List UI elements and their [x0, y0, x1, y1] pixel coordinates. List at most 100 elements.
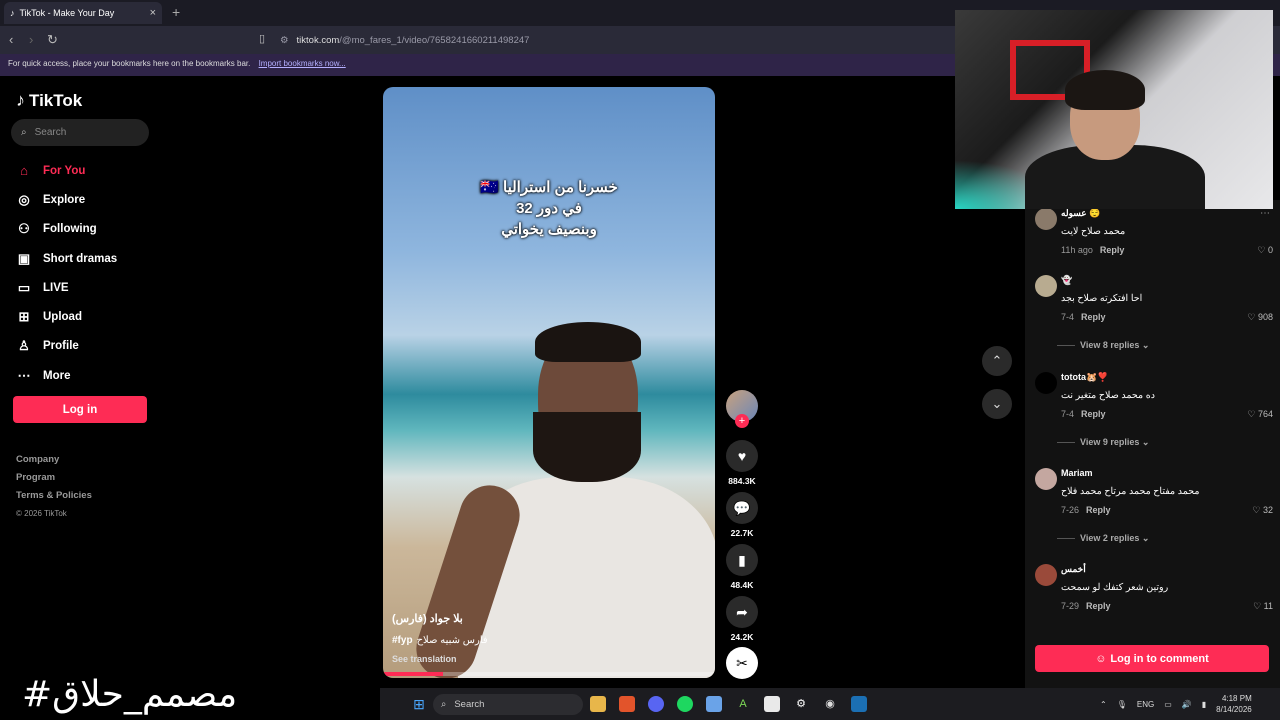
comments-panel: ⋯ عسوله 😌 محمد صلاح لايت 11h ago Reply ♡ … — [1025, 200, 1280, 688]
save-action[interactable]: ▮ 48.4K — [726, 544, 758, 590]
comment-icon[interactable]: 💬 — [726, 492, 758, 524]
steam-icon[interactable] — [851, 696, 867, 712]
brave-browser-icon[interactable] — [619, 696, 635, 712]
nav-profile[interactable]: ♙ Profile — [16, 332, 166, 361]
tiktok-logo[interactable]: ♪ TikTok — [16, 90, 82, 111]
tiktok-note-icon: ♪ — [16, 90, 25, 110]
app-window-icon[interactable] — [706, 696, 722, 712]
nav-following[interactable]: ⚇ Following — [16, 215, 166, 244]
footer-program[interactable]: Program — [16, 469, 92, 487]
reply-button[interactable]: Reply — [1086, 505, 1111, 515]
tray-overflow-icon[interactable]: ⌃ — [1100, 700, 1107, 709]
taskbar-search[interactable]: ⌕ Search — [433, 694, 583, 715]
share-count: 24.2K — [730, 632, 754, 642]
comment-avatar[interactable] — [1035, 468, 1057, 490]
heart-icon[interactable]: ♥ — [726, 440, 758, 472]
discord-icon[interactable] — [648, 696, 664, 712]
comment-meta: 11h ago Reply — [1061, 245, 1124, 255]
volume-icon[interactable]: 🔊 — [1182, 700, 1192, 709]
comment-user[interactable]: أخمس — [1061, 564, 1086, 575]
capcut-action[interactable]: ✂ — [726, 647, 758, 679]
more-options-icon[interactable]: ⋯ — [1260, 208, 1270, 219]
footer-terms[interactable]: Terms & Policies — [16, 487, 92, 505]
network-icon[interactable]: ▭ — [1164, 700, 1172, 709]
creator-avatar[interactable]: + — [726, 390, 758, 428]
comment-like-count: 0 — [1267, 245, 1273, 255]
reply-button[interactable]: Reply — [1081, 409, 1106, 419]
search-placeholder: Search — [34, 127, 67, 138]
reply-button[interactable]: Reply — [1081, 312, 1106, 322]
fyp-hashtag[interactable]: #fyp — [392, 635, 413, 646]
comment-like[interactable]: ♡ 908 — [1247, 312, 1273, 323]
settings-gear-icon[interactable]: ⚙ — [793, 696, 809, 712]
reply-button[interactable]: Reply — [1086, 601, 1111, 611]
search-input[interactable]: ⌕ Search — [11, 119, 149, 146]
obs-icon[interactable]: ◉ — [822, 696, 838, 712]
comment-like[interactable]: ♡ 11 — [1253, 601, 1273, 612]
battery-icon[interactable]: ▮ — [1202, 700, 1206, 709]
language-indicator[interactable]: ENG — [1137, 700, 1154, 709]
video-player[interactable]: خسرنا من استراليا 🇦🇺 في دور 32 وبنصيف يخ… — [383, 87, 715, 678]
follow-plus-icon[interactable]: + — [735, 414, 749, 428]
nav-explore[interactable]: ◎ Explore — [16, 185, 166, 214]
reload-icon[interactable]: ↻ — [47, 32, 58, 48]
comment-user[interactable]: Mariam — [1061, 468, 1093, 478]
nav-short-dramas[interactable]: ▣ Short dramas — [16, 244, 166, 273]
view-replies-button[interactable]: View 2 replies ⌄ — [1057, 533, 1149, 544]
windows-start-icon[interactable]: ⊞ — [411, 696, 427, 712]
comment-like-count: 11 — [1263, 601, 1273, 611]
login-to-comment-button[interactable]: ☺ Log in to comment — [1035, 645, 1269, 672]
comment-action[interactable]: 💬 22.7K — [726, 492, 758, 538]
next-video-icon[interactable]: ⌄ — [982, 389, 1012, 419]
login-button[interactable]: Log in — [13, 396, 147, 423]
video-progress-bar[interactable] — [383, 672, 715, 676]
comment-avatar[interactable] — [1035, 372, 1057, 394]
bookmark-icon[interactable]: ▯ — [259, 32, 265, 45]
comment-like[interactable]: ♡ 32 — [1252, 505, 1273, 516]
comment-avatar[interactable] — [1035, 275, 1057, 297]
like-count: 884.3K — [728, 476, 756, 486]
bookmark-save-icon[interactable]: ▮ — [726, 544, 758, 576]
comment-user[interactable]: 👻 — [1061, 275, 1072, 286]
view-replies-button[interactable]: View 8 replies ⌄ — [1057, 340, 1149, 351]
site-info-icon[interactable]: ⚙ — [280, 35, 289, 46]
nav-for-you[interactable]: ⌂ For You — [16, 156, 166, 185]
tiktok-favicon-icon: ♪ — [10, 8, 15, 18]
file-explorer-icon[interactable] — [590, 696, 606, 712]
video-author[interactable]: بلا جواد (فارس) — [392, 612, 463, 625]
comment-like[interactable]: ♡ 764 — [1247, 409, 1273, 420]
comment-user[interactable]: totota🐹❣️ — [1061, 372, 1108, 383]
like-action[interactable]: ♥ 884.3K — [726, 440, 758, 486]
comment-like[interactable]: ♡ 0 — [1257, 245, 1273, 256]
home-icon: ⌂ — [20, 163, 28, 179]
store-icon[interactable] — [764, 696, 780, 712]
comment-avatar[interactable] — [1035, 564, 1057, 586]
back-icon[interactable]: ‹ — [9, 32, 13, 47]
nav-more[interactable]: ⋯ More — [16, 361, 166, 390]
previous-video-icon[interactable]: ⌃ — [982, 346, 1012, 376]
new-tab-button[interactable]: + — [172, 4, 180, 20]
share-icon[interactable]: ➦ — [726, 596, 758, 628]
comment-text: احا افتكرته صلاح بجد — [1061, 293, 1143, 304]
nav-live[interactable]: ▭ LIVE — [16, 273, 166, 302]
comment-avatar[interactable] — [1035, 208, 1057, 230]
forward-icon[interactable]: › — [29, 32, 33, 47]
capcut-icon[interactable]: ✂ — [726, 647, 758, 679]
comment-user[interactable]: عسوله 😌 — [1061, 208, 1100, 219]
see-translation-link[interactable]: See translation — [392, 654, 457, 664]
upload-icon: ⊞ — [18, 309, 30, 325]
share-action[interactable]: ➦ 24.2K — [726, 596, 758, 642]
spotify-icon[interactable] — [677, 696, 693, 712]
clock[interactable]: 4:18 PM 8/14/2026 — [1216, 693, 1252, 715]
url-field[interactable]: ⚙ tiktok.com/@mo_fares_1/video/765824166… — [280, 30, 960, 50]
tab-close-icon[interactable]: × — [150, 7, 156, 19]
comment-time: 7-4 — [1061, 409, 1075, 419]
footer-company[interactable]: Company — [16, 451, 92, 469]
browser-tab[interactable]: ♪ TikTok - Make Your Day × — [4, 2, 162, 24]
view-replies-button[interactable]: View 9 replies ⌄ — [1057, 437, 1149, 448]
reply-button[interactable]: Reply — [1100, 245, 1125, 255]
import-bookmarks-link[interactable]: Import bookmarks now... — [259, 59, 346, 68]
microphone-icon[interactable]: 🎙 — [1117, 700, 1127, 709]
nvidia-icon[interactable]: A — [735, 696, 751, 712]
nav-upload[interactable]: ⊞ Upload — [16, 302, 166, 331]
